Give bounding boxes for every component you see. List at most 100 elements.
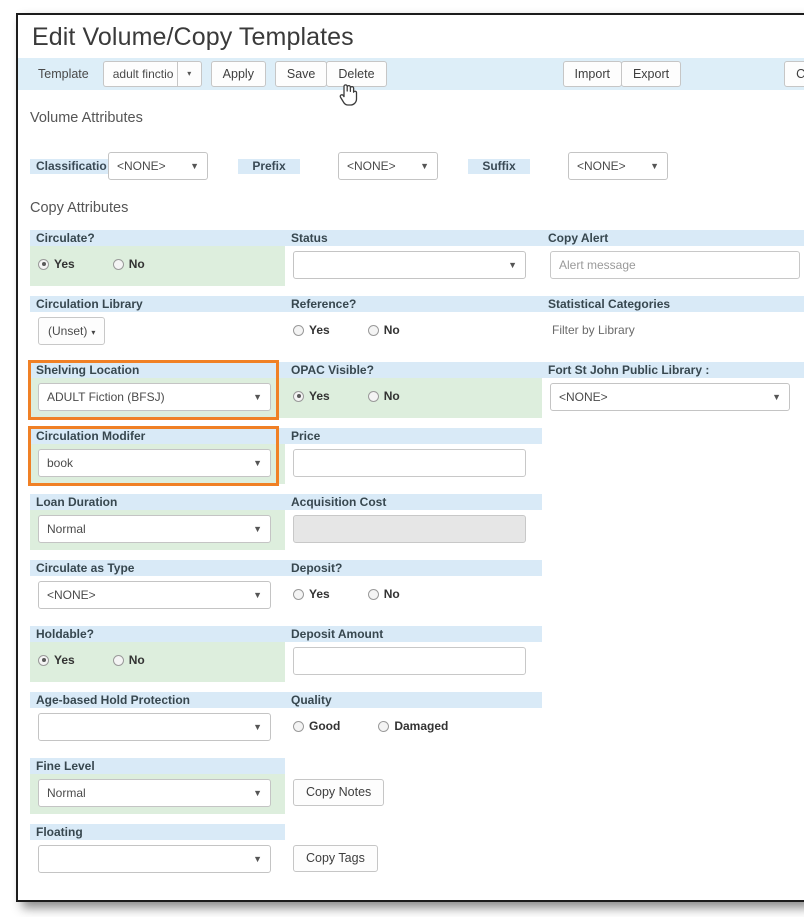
field-body: ▼ [30, 708, 285, 748]
chevron-down-icon[interactable]: ▾ [176, 61, 202, 87]
select-field[interactable]: <NONE> ▼ [550, 383, 790, 411]
export-button[interactable]: Export [620, 61, 682, 87]
field-cell: Price [285, 428, 542, 494]
empty-cell [542, 428, 804, 494]
action-button-label: Copy Tags [306, 851, 365, 865]
select-field[interactable]: Normal ▼ [38, 515, 271, 543]
template-label: Template [38, 67, 89, 81]
radio-label: Good [309, 719, 341, 733]
field-cell: Circulation Modifer book ▼ [28, 426, 285, 494]
text-input[interactable] [293, 515, 526, 543]
radio-option[interactable]: Yes [293, 389, 330, 403]
select-field[interactable]: ADULT Fiction (BFSJ) ▼ [38, 383, 271, 411]
select-field[interactable]: ▼ [293, 251, 526, 279]
field-label: OPAC Visible? [285, 362, 542, 378]
field-label: Fort St John Public Library : [542, 362, 804, 378]
field-cell: Copy Tags [285, 824, 542, 890]
select-field[interactable]: <NONE> ▼ [38, 581, 271, 609]
empty-cell [542, 626, 804, 692]
empty-cell [542, 494, 804, 560]
field-body: Copy Tags [285, 840, 542, 880]
template-editor-window: Edit Volume/Copy Templates Template adul… [16, 13, 804, 902]
classification-select[interactable]: <NONE> ▼ [108, 152, 208, 180]
apply-button[interactable]: Apply [210, 61, 266, 87]
classification-label: Classificatio [30, 158, 108, 174]
text-input[interactable]: Alert message [550, 251, 800, 279]
select-field[interactable]: Normal ▼ [38, 779, 271, 807]
radio-label: Yes [309, 323, 330, 337]
radio-option[interactable]: No [367, 389, 400, 403]
field-label: Quality [285, 692, 542, 708]
field-body: <NONE> ▼ [542, 378, 804, 418]
field-label: Acquisition Cost [285, 494, 542, 510]
text-input[interactable] [293, 647, 526, 675]
field-row: Circulation Library (Unset) ▾ Reference? Yes… [30, 296, 804, 362]
select-field[interactable]: ▼ [38, 845, 271, 873]
field-label: Circulation Library [30, 296, 285, 312]
field-body: <NONE> ▼ [30, 576, 285, 616]
chevron-down-icon: ▼ [253, 458, 262, 468]
volume-attributes-row: Classificatio <NONE> ▼ Prefix <NONE> ▼ S… [18, 126, 804, 180]
select-value: Normal [47, 522, 86, 536]
chevron-down-icon: ▼ [190, 161, 199, 171]
select-field[interactable]: ▼ [38, 713, 271, 741]
field-cell: Statistical Categories Filter by Library [542, 296, 804, 362]
field-row: Circulate as Type <NONE> ▼ Deposit? Yes No [30, 560, 804, 626]
action-button[interactable]: Copy Tags [293, 845, 378, 872]
field-body: Yes No [30, 246, 285, 286]
field-row: Shelving Location ADULT Fiction (BFSJ) ▼ OP… [28, 360, 804, 428]
radio-option[interactable]: No [112, 257, 145, 271]
template-select[interactable]: adult finctio ▾ [102, 61, 202, 87]
radio-group: Yes No [293, 383, 534, 407]
field-cell: Loan Duration Normal ▼ [30, 494, 285, 560]
field-row: Fine Level Normal ▼ Copy Notes [30, 758, 804, 824]
field-label: Loan Duration [30, 494, 285, 510]
field-body: ADULT Fiction (BFSJ) ▼ [30, 378, 285, 418]
field-label: Reference? [285, 296, 542, 312]
copy-attributes-grid: Circulate? Yes No Status ▼ Copy Alert Alert me… [18, 230, 804, 890]
field-body: Alert message [542, 246, 804, 286]
radio-option[interactable]: Yes [293, 587, 330, 601]
radio-option[interactable]: Good [293, 719, 340, 733]
field-body: Yes No [285, 378, 542, 418]
radio-option[interactable]: Damaged [378, 719, 448, 733]
radio-label: Yes [54, 257, 75, 271]
radio-dot-icon [293, 588, 304, 600]
radio-option[interactable]: Yes [38, 653, 75, 667]
chevron-down-icon: ▼ [420, 161, 429, 171]
radio-option[interactable]: Yes [38, 257, 75, 271]
save-button[interactable]: Save [274, 61, 328, 87]
select-value: book [47, 456, 74, 470]
suffix-select[interactable]: <NONE> ▼ [568, 152, 668, 180]
radio-option[interactable]: Yes [293, 323, 330, 337]
radio-option[interactable]: No [112, 653, 145, 667]
radio-dot-icon [293, 324, 304, 336]
import-button[interactable]: Import [562, 61, 622, 87]
field-label-empty [285, 758, 542, 774]
field-label: Holdable? [30, 626, 285, 642]
action-button[interactable]: Copy Notes [293, 779, 385, 806]
field-body [285, 642, 542, 682]
radio-dot-icon [367, 390, 379, 402]
chevron-down-icon: ▼ [772, 392, 781, 402]
delete-button[interactable]: Delete [326, 61, 387, 87]
screen: Edit Volume/Copy Templates Template adul… [0, 0, 804, 917]
field-body: (Unset) ▾ [30, 312, 285, 352]
radio-option[interactable]: No [367, 587, 400, 601]
field-row: Circulation Modifer book ▼ Price [28, 426, 804, 494]
radio-dot-icon [378, 720, 390, 732]
field-body: Filter by Library [542, 312, 804, 352]
field-body: Normal ▼ [30, 510, 285, 550]
text-input[interactable] [293, 449, 526, 477]
radio-group: Yes No [293, 317, 534, 341]
clear-button[interactable]: Clear [784, 61, 804, 87]
radio-dot-icon [367, 324, 379, 336]
prefix-select[interactable]: <NONE> ▼ [338, 152, 438, 180]
field-cell: Age-based Hold Protection ▼ [30, 692, 285, 758]
radio-label: No [128, 257, 145, 271]
radio-dot-icon [293, 720, 304, 732]
radio-option[interactable]: No [367, 323, 400, 337]
circulation-library-button[interactable]: (Unset) ▾ [38, 317, 106, 345]
select-value: Normal [47, 786, 86, 800]
select-field[interactable]: book ▼ [38, 449, 271, 477]
